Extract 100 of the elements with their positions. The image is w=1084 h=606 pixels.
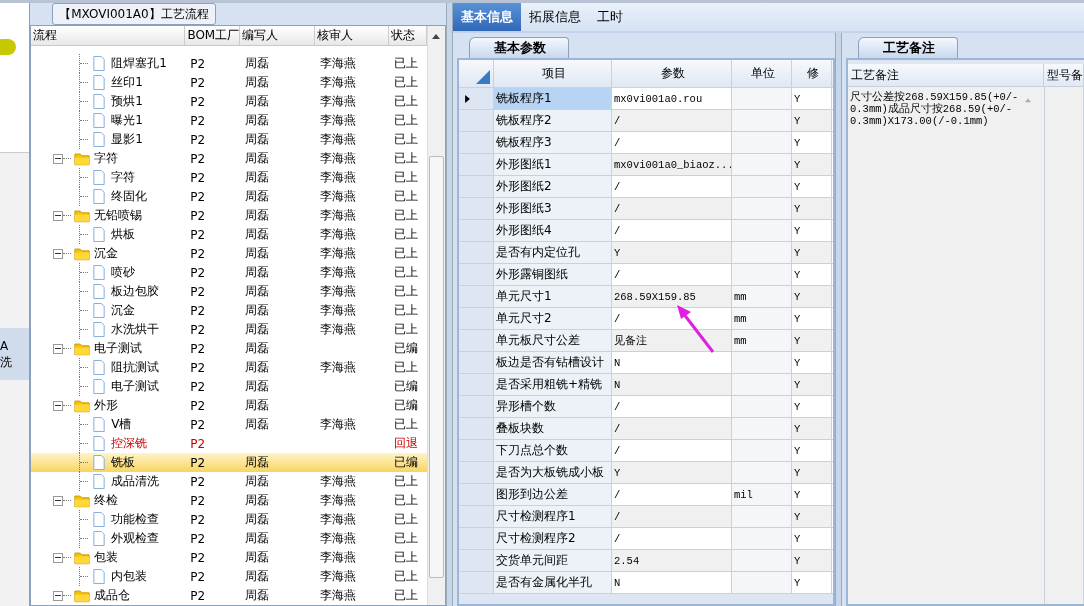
table-cell: Y	[612, 462, 732, 483]
step-name[interactable]: 成品仓	[93, 587, 131, 604]
step-name[interactable]: 阻焊塞孔1	[110, 55, 167, 72]
step-name[interactable]: 丝印1	[110, 74, 143, 91]
step-name[interactable]: 电子测试	[93, 340, 143, 357]
step-name[interactable]: 字符	[110, 169, 136, 186]
splitter-handle[interactable]	[835, 33, 842, 606]
table-cell: Y	[792, 528, 832, 549]
step-name[interactable]: 外观检查	[110, 530, 160, 547]
folder-icon	[74, 493, 91, 508]
reviewer-name: 李海燕	[319, 131, 356, 148]
note-text[interactable]: 尺寸公差按268.59X159.85(+0/-0.3mm)成品尺寸按268.59(+0/-0.3mm)X173.00(/-0.1mm)	[848, 87, 1022, 131]
status-text: 已上	[394, 283, 419, 300]
tab[interactable]: 基本参数	[469, 37, 569, 58]
table-cell: mm	[732, 330, 792, 351]
step-name[interactable]: 显影1	[110, 131, 143, 148]
step-name[interactable]: 喷砂	[110, 264, 136, 281]
writer-name: 周磊	[245, 55, 270, 72]
step-name[interactable]: 烘板	[110, 226, 136, 243]
status-text: 已上	[394, 568, 419, 585]
step-name[interactable]: 阻抗测试	[110, 359, 160, 376]
step-name[interactable]: 功能检查	[110, 511, 160, 528]
status-text: 已上	[394, 264, 419, 281]
step-name[interactable]: 内包装	[110, 568, 148, 585]
step-name[interactable]: 电子测试	[110, 378, 160, 395]
step-name[interactable]: 板边包胶	[110, 283, 160, 300]
step-name[interactable]: 成品清洗	[110, 473, 160, 490]
table-cell: Y	[792, 176, 832, 197]
status-text: 已上	[394, 131, 419, 148]
column-header[interactable]: 工艺备注	[848, 64, 1044, 86]
document-icon	[91, 303, 108, 318]
writer-name: 周磊	[245, 112, 270, 129]
column-header[interactable]: 型号备	[1044, 64, 1084, 86]
factory-code: P2	[190, 132, 206, 147]
tab[interactable]: 工艺备注	[858, 37, 958, 58]
column-header[interactable]: BOM工厂	[185, 26, 241, 45]
reviewer-name: 李海燕	[319, 283, 356, 300]
tab[interactable]: 拓展信息	[521, 3, 589, 31]
side-tab[interactable]: A 洗	[0, 328, 30, 380]
table-cell: Y	[792, 330, 832, 351]
factory-code: P2	[190, 208, 206, 223]
tab[interactable]: 基本信息	[453, 3, 521, 31]
step-name[interactable]: 水洗烘干	[110, 321, 160, 338]
column-header[interactable]: 编写人	[240, 26, 315, 45]
folder-icon	[74, 208, 91, 223]
status-text: 已上	[394, 587, 419, 604]
status-text: 已上	[394, 473, 419, 490]
column-header[interactable]: 核审人	[314, 26, 390, 45]
reviewer-name: 李海燕	[319, 226, 356, 243]
row-indicator[interactable]	[459, 88, 494, 109]
step-name[interactable]: 终固化	[110, 188, 148, 205]
collapse-toggle[interactable]	[53, 400, 64, 411]
writer-name: 周磊	[245, 492, 270, 509]
annotation-arrow	[675, 303, 717, 355]
step-name[interactable]: 沉金	[110, 302, 136, 319]
factory-code: P2	[190, 113, 206, 128]
step-name[interactable]: 字符	[93, 150, 119, 167]
table-cell: Y	[792, 264, 832, 285]
step-name[interactable]: 外形	[93, 397, 119, 414]
step-name[interactable]: 无铅喷锡	[93, 207, 143, 224]
table-cell: 是否有内定位孔	[494, 242, 612, 263]
step-name[interactable]: 预烘1	[110, 93, 143, 110]
table-cell: 外形图纸4	[494, 220, 612, 241]
writer-name: 周磊	[245, 283, 270, 300]
collapse-toggle[interactable]	[53, 153, 64, 164]
column-header[interactable]: 流程	[31, 26, 186, 45]
collapse-toggle[interactable]	[53, 590, 64, 601]
column-header[interactable]: 修	[792, 60, 832, 87]
step-name[interactable]: 铣板	[110, 454, 136, 471]
scrollbar[interactable]	[427, 26, 446, 605]
step-name[interactable]: 控深铣	[110, 435, 148, 452]
step-name[interactable]: 包装	[93, 549, 119, 566]
splitter-handle[interactable]	[446, 3, 453, 606]
table-cell: 下刀点总个数	[494, 440, 612, 461]
scroll-up-icon[interactable]	[431, 32, 442, 40]
table-cell: mm	[732, 286, 792, 307]
factory-code: P2	[190, 284, 206, 299]
factory-code: P2	[190, 531, 206, 546]
column-header[interactable]: 单位	[732, 60, 792, 87]
step-name[interactable]: V槽	[110, 416, 132, 433]
collapse-toggle[interactable]	[53, 495, 64, 506]
collapse-toggle[interactable]	[53, 248, 64, 259]
step-name[interactable]: 曝光1	[110, 112, 143, 129]
table-cell: Y	[792, 484, 832, 505]
scroll-thumb[interactable]	[429, 156, 445, 578]
collapse-toggle[interactable]	[53, 552, 64, 563]
collapse-toggle[interactable]	[53, 343, 64, 354]
step-name[interactable]: 终检	[93, 492, 119, 509]
table-cell: 图形到边公差	[494, 484, 612, 505]
collapse-toggle[interactable]	[53, 210, 64, 221]
factory-code: P2	[190, 265, 206, 280]
tab[interactable]: 工时	[589, 3, 631, 31]
column-header[interactable]: 参数	[612, 60, 732, 87]
column-header[interactable]: 项目	[494, 60, 612, 87]
reviewer-name: 李海燕	[319, 207, 356, 224]
table-cell: /	[612, 198, 732, 219]
corner-triangle-icon	[476, 70, 490, 84]
status-text: 已上	[394, 549, 419, 566]
step-name[interactable]: 沉金	[93, 245, 119, 262]
document-icon	[91, 569, 108, 584]
